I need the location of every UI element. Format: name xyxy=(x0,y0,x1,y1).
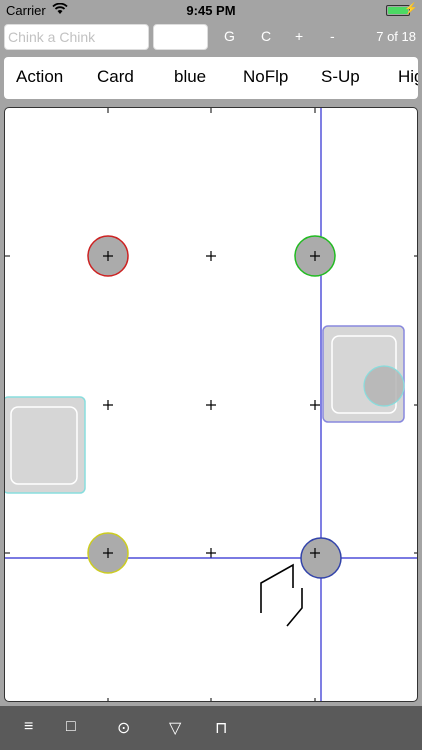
triangle-down-icon[interactable]: ▽ xyxy=(169,718,181,738)
charging-bolt-icon: ⚡ xyxy=(404,3,418,15)
mode-s-up[interactable]: S-Up xyxy=(321,67,360,87)
grid-cross xyxy=(103,400,113,410)
circle-target-icon[interactable]: ⊙ xyxy=(117,718,130,738)
grid-cross xyxy=(310,400,320,410)
top-toolbar: G C + - 7 of 18 xyxy=(0,22,422,52)
c-button[interactable]: C xyxy=(261,28,271,44)
mode-bar: Action Card blue NoFlp S-Up Hig xyxy=(4,57,418,99)
status-bar: Carrier 9:45 PM ⚡ xyxy=(0,0,422,20)
game-board[interactable] xyxy=(4,107,418,702)
card-right[interactable] xyxy=(322,325,405,423)
blue-token[interactable] xyxy=(300,537,342,579)
square-icon[interactable]: □ xyxy=(66,718,76,736)
green-token[interactable] xyxy=(294,235,336,277)
g-button[interactable]: G xyxy=(224,28,235,44)
minus-button[interactable]: - xyxy=(330,28,335,44)
plus-button[interactable]: + xyxy=(295,28,303,44)
grid-markers xyxy=(103,251,320,558)
red-token[interactable] xyxy=(87,235,129,277)
search-input[interactable] xyxy=(4,24,149,50)
yellow-token[interactable] xyxy=(87,532,129,574)
bottom-toolbar: ≡ □ ⊙ ▽ ⊓ xyxy=(0,706,422,750)
secondary-input[interactable] xyxy=(153,24,208,50)
bracket-icon[interactable]: ⊓ xyxy=(215,718,227,738)
mode-blue[interactable]: blue xyxy=(174,67,206,87)
grid-cross xyxy=(206,548,216,558)
grid-cross xyxy=(206,400,216,410)
mode-noflip[interactable]: NoFlp xyxy=(243,67,288,87)
cyan-token[interactable] xyxy=(363,365,405,407)
mode-action[interactable]: Action xyxy=(16,67,63,87)
card-left[interactable] xyxy=(5,396,86,494)
menu-icon[interactable]: ≡ xyxy=(24,718,33,736)
mode-high[interactable]: Hig xyxy=(398,67,418,87)
mode-card[interactable]: Card xyxy=(97,67,134,87)
drawn-shape[interactable] xyxy=(260,563,303,627)
page-counter: 7 of 18 xyxy=(376,29,416,44)
clock: 9:45 PM xyxy=(186,3,236,18)
board-canvas[interactable] xyxy=(5,108,418,702)
grid-cross xyxy=(206,251,216,261)
